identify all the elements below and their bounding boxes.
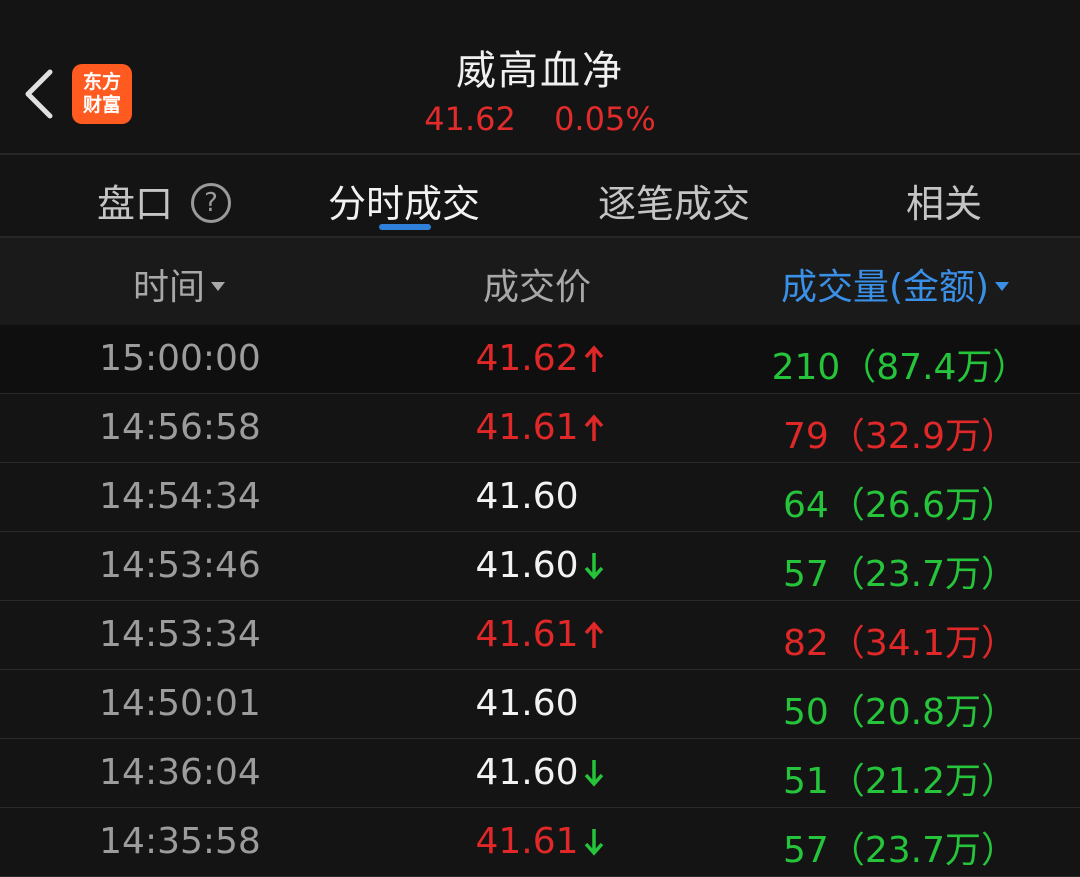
trade-price-value: 41.60	[475, 476, 579, 517]
trade-volume: 57（23.7万）	[783, 554, 1017, 595]
trade-list: 15:00:00 41.62 210（87.4万） 14:56:58 41.61 79（3…	[0, 325, 1080, 877]
time-column-label: 时间	[133, 267, 206, 308]
trade-price-value: 41.60	[475, 752, 579, 793]
trade-price: 41.62	[360, 338, 720, 379]
stock-quote: 41.62 0.05%	[0, 100, 1080, 138]
tab-tick-trades[interactable]: 逐笔成交	[598, 173, 750, 228]
time-column-sort[interactable]: 时间	[133, 258, 226, 310]
table-row[interactable]: 15:00:00 41.62 210（87.4万）	[0, 325, 1080, 394]
trade-time: 14:53:46	[99, 545, 261, 586]
table-row[interactable]: 14:53:46 41.60 57（23.7万）	[0, 532, 1080, 601]
stock-change: 0.05%	[554, 100, 656, 138]
trade-price-value: 41.61	[475, 821, 579, 862]
trade-price: 41.60	[360, 476, 720, 517]
table-row[interactable]: 14:35:58 41.61 57（23.7万）	[0, 808, 1080, 877]
header: 东方 财富 威高血净 41.62 0.05%	[0, 0, 1080, 153]
tab-order-book[interactable]: 盘口?	[97, 173, 232, 228]
arrow-up-icon	[583, 342, 605, 372]
trade-price-value: 41.60	[475, 545, 579, 586]
table-row[interactable]: 14:53:34 41.61 82（34.1万）	[0, 601, 1080, 670]
volume-column-label: 成交量(金额)	[781, 267, 990, 308]
table-row[interactable]: 14:56:58 41.61 79（32.9万）	[0, 394, 1080, 463]
tab-bar: 盘口? 分时成交 逐笔成交 相关	[0, 155, 1080, 236]
trade-price: 41.60	[360, 683, 720, 724]
tab-label: 分时成交	[328, 182, 481, 226]
arrow-down-icon	[583, 756, 605, 787]
tab-time-trades[interactable]: 分时成交	[328, 173, 480, 228]
arrow-down-icon	[583, 825, 605, 856]
trade-volume: 64（26.6万）	[783, 485, 1017, 526]
tab-related[interactable]: 相关	[906, 173, 982, 228]
tab-label: 盘口	[97, 182, 174, 226]
trade-time: 14:56:58	[99, 407, 261, 448]
sort-down-icon	[211, 281, 226, 291]
trade-price-value: 41.61	[475, 407, 579, 448]
trade-price: 41.60	[360, 752, 720, 793]
trade-volume: 51（21.2万）	[783, 761, 1017, 802]
trade-price: 41.60	[360, 545, 720, 586]
table-row[interactable]: 14:50:01 41.60 50（20.8万）	[0, 670, 1080, 739]
help-icon[interactable]: ?	[191, 182, 232, 223]
trade-price-value: 41.62	[475, 338, 579, 379]
column-header: 时间 成交价 成交量(金额)	[0, 238, 1080, 325]
trade-time: 14:50:01	[99, 683, 261, 724]
volume-column-sort[interactable]: 成交量(金额)	[781, 258, 1010, 310]
arrow-up-icon	[583, 618, 605, 648]
table-row[interactable]: 14:54:34 41.60 64（26.6万）	[0, 463, 1080, 532]
tab-label: 相关	[906, 182, 983, 226]
price-column-label: 成交价	[483, 267, 592, 308]
trade-price: 41.61	[360, 614, 720, 655]
arrow-up-icon	[583, 411, 605, 441]
trade-time: 14:36:04	[99, 752, 261, 793]
trade-price: 41.61	[360, 407, 720, 448]
sort-down-icon	[995, 281, 1010, 291]
trade-volume: 82（34.1万）	[783, 623, 1017, 664]
table-row[interactable]: 14:36:04 41.60 51（21.2万）	[0, 739, 1080, 808]
active-tab-indicator	[379, 224, 431, 230]
trade-volume: 210（87.4万）	[771, 347, 1029, 388]
trade-time: 14:53:34	[99, 614, 261, 655]
trade-time: 14:35:58	[99, 821, 261, 862]
trade-price-value: 41.60	[475, 683, 579, 724]
trade-time: 14:54:34	[99, 476, 261, 517]
trade-volume: 79（32.9万）	[783, 416, 1017, 457]
trade-price-value: 41.61	[475, 614, 579, 655]
stock-name: 威高血净	[456, 48, 624, 94]
price-column-header: 成交价	[483, 258, 591, 310]
trade-time: 15:00:00	[99, 338, 261, 379]
trade-volume: 50（20.8万）	[783, 692, 1017, 733]
trade-price: 41.61	[360, 821, 720, 862]
tab-label: 逐笔成交	[598, 182, 751, 226]
arrow-down-icon	[583, 549, 605, 580]
stock-price: 41.62	[424, 100, 516, 138]
trade-volume: 57（23.7万）	[783, 830, 1017, 871]
